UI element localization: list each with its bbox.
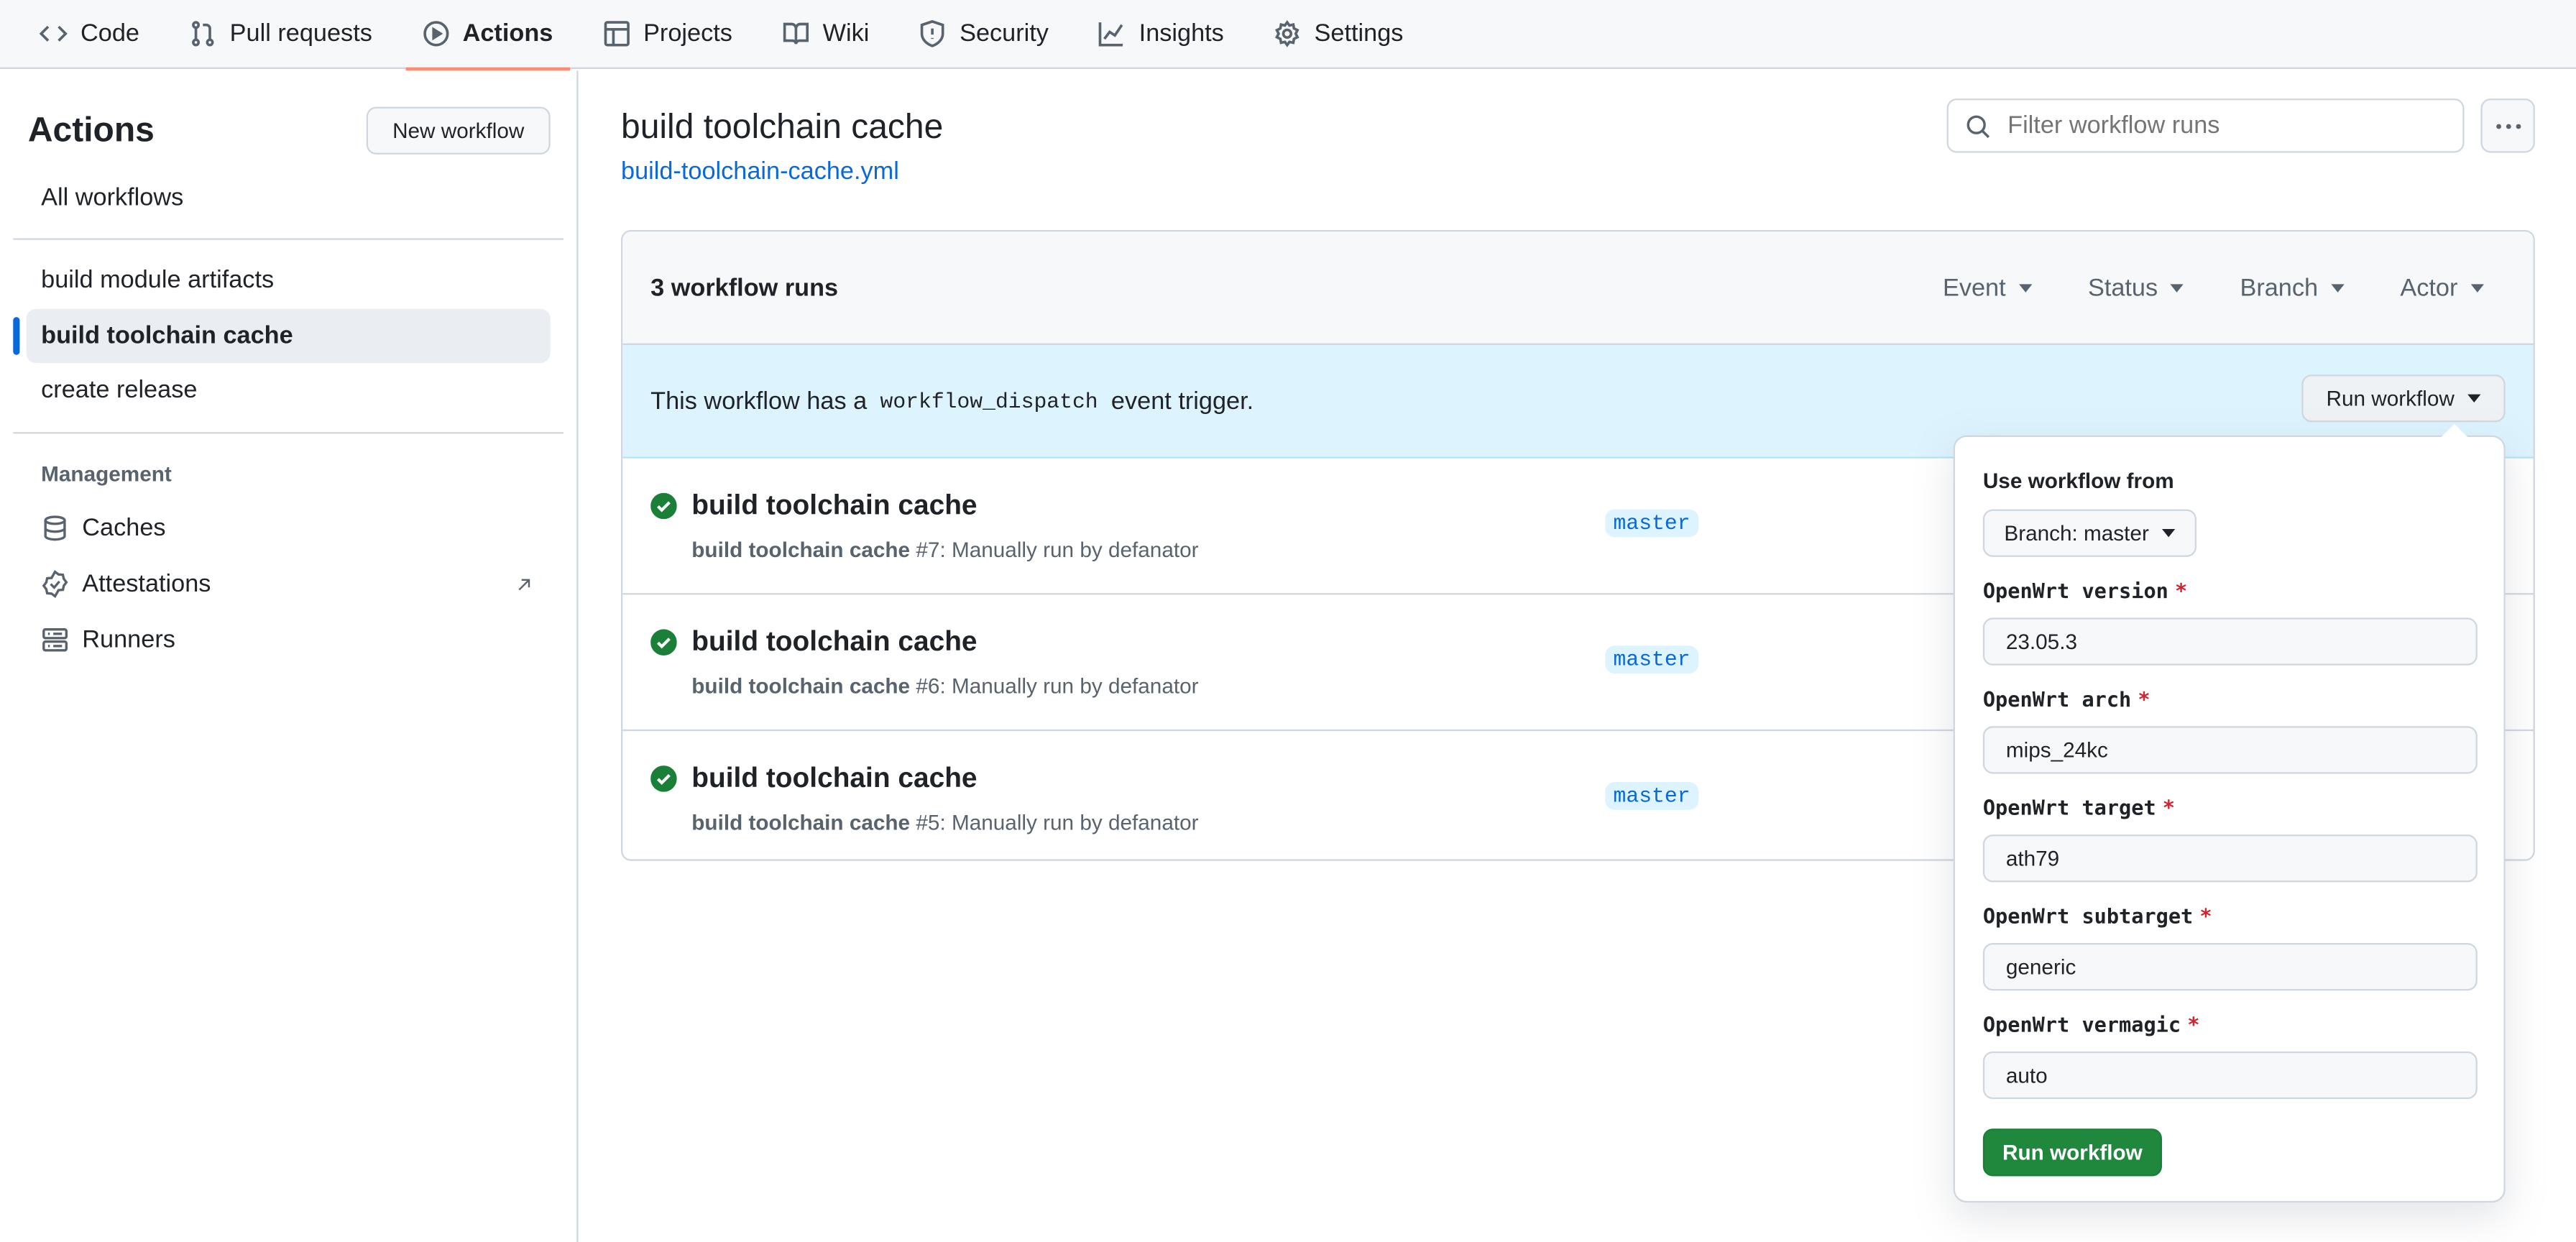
branch-badge[interactable]: master [1605,781,1698,810]
check-circle-icon [650,629,677,656]
caret-down-icon [2162,528,2176,538]
tab-insights[interactable]: Insights [1098,0,1224,68]
book-icon [783,22,809,45]
event-code: workflow_dispatch [880,388,1098,413]
caret-down-icon [2467,394,2481,402]
branch-select[interactable]: Branch: master [1982,509,2196,557]
check-circle-icon [650,765,677,792]
table-icon [603,21,629,47]
tab-code[interactable]: Code [39,0,139,68]
sidebar-item-all-workflows[interactable]: All workflows [27,171,551,225]
field-label: OpenWrt target * [1982,795,2176,820]
external-link-icon [518,578,530,590]
field-label: OpenWrt vermagic * [1982,1011,2200,1037]
branch-badge[interactable]: master [1605,645,1698,674]
sidebar-item-create-release[interactable]: create release [27,363,551,417]
management-heading: Management [41,461,172,487]
caret-down-icon [2331,284,2345,293]
required-marker: * [2138,686,2150,712]
sidebar-item-runners[interactable]: Runners [27,613,551,667]
caret-down-icon [2470,284,2484,293]
caret-down-icon [2018,284,2033,293]
run-subtitle: build toolchain cache #6: Manually run b… [691,673,1199,699]
tab-projects[interactable]: Projects [602,0,732,68]
sidebar-title: Actions [27,111,155,150]
actor-filter[interactable]: Actor [2400,274,2484,301]
shield-icon [920,19,944,47]
tab-actions[interactable]: Actions [405,0,570,70]
openwrt-arch-input[interactable] [1982,726,2478,774]
workflow-title: build toolchain cache [620,108,944,147]
divider [13,238,564,240]
search-icon [1966,114,1990,137]
filter-workflow-runs[interactable] [1946,98,2465,153]
runs-count: 3 workflow runs [650,273,839,302]
new-workflow-button[interactable]: New workflow [366,106,551,155]
run-workflow-dropdown-button[interactable]: Run workflow [2301,374,2506,423]
sidebar-item-build-toolchain-cache[interactable]: build toolchain cache [13,308,551,364]
run-workflow-popup: Use workflow from Branch: master OpenWrt… [1953,423,2506,1203]
openwrt-subtarget-input[interactable] [1982,942,2478,991]
required-marker: * [2199,903,2212,929]
play-icon [423,21,448,47]
sidebar-item-caches[interactable]: Caches [27,501,551,555]
tab-wiki[interactable]: Wiki [781,0,869,68]
run-title[interactable]: build toolchain cache [691,763,977,796]
field-label: OpenWrt version * [1982,578,2188,603]
more-options-button[interactable] [2480,98,2535,153]
code-icon [39,25,68,42]
required-marker: * [2187,1011,2200,1037]
verified-icon [42,570,68,598]
database-icon [44,515,66,541]
gear-icon [1275,19,1300,47]
field-label: OpenWrt subtarget * [1982,903,2212,929]
run-title[interactable]: build toolchain cache [691,626,977,659]
filter-input[interactable] [2004,110,2438,142]
sidebar-item-build-module-artifacts[interactable]: build module artifacts [27,253,551,307]
run-workflow-submit-button[interactable]: Run workflow [1982,1128,2162,1177]
check-circle-icon [650,492,677,520]
use-workflow-from-label: Use workflow from [1982,468,2174,493]
branch-filter[interactable]: Branch [2240,274,2345,301]
sidebar: Actions New workflow All workflows build… [0,70,579,1242]
status-filter[interactable]: Status [2088,274,2184,301]
divider [13,432,564,434]
run-subtitle: build toolchain cache #7: Manually run b… [691,537,1199,562]
runs-header: 3 workflow runs Event Status Branch Acto… [622,231,2534,345]
kebab-horizontal-icon [2495,123,2521,129]
tab-security[interactable]: Security [919,0,1049,68]
workflow-file-link[interactable]: build-toolchain-cache.yml [621,157,899,185]
server-icon [42,628,68,652]
caret-down-icon [2171,284,2184,293]
tab-pull-requests[interactable]: Pull requests [189,0,372,68]
tab-settings[interactable]: Settings [1273,0,1403,68]
openwrt-version-input[interactable] [1982,617,2478,666]
branch-badge[interactable]: master [1605,509,1698,538]
repo-nav: Code Pull requests Actions Projects Wiki… [0,0,2576,70]
field-label: OpenWrt arch * [1982,686,2150,712]
sidebar-item-attestations[interactable]: Attestations [27,557,551,611]
openwrt-target-input[interactable] [1982,834,2478,883]
required-marker: * [2162,795,2176,820]
required-marker: * [2175,578,2188,603]
run-title[interactable]: build toolchain cache [691,489,977,523]
event-filter[interactable]: Event [1943,274,2033,301]
pull-request-icon [191,21,214,47]
graph-icon [1099,22,1124,47]
run-subtitle: build toolchain cache #5: Manually run b… [691,809,1199,835]
openwrt-vermagic-input[interactable] [1982,1051,2478,1100]
